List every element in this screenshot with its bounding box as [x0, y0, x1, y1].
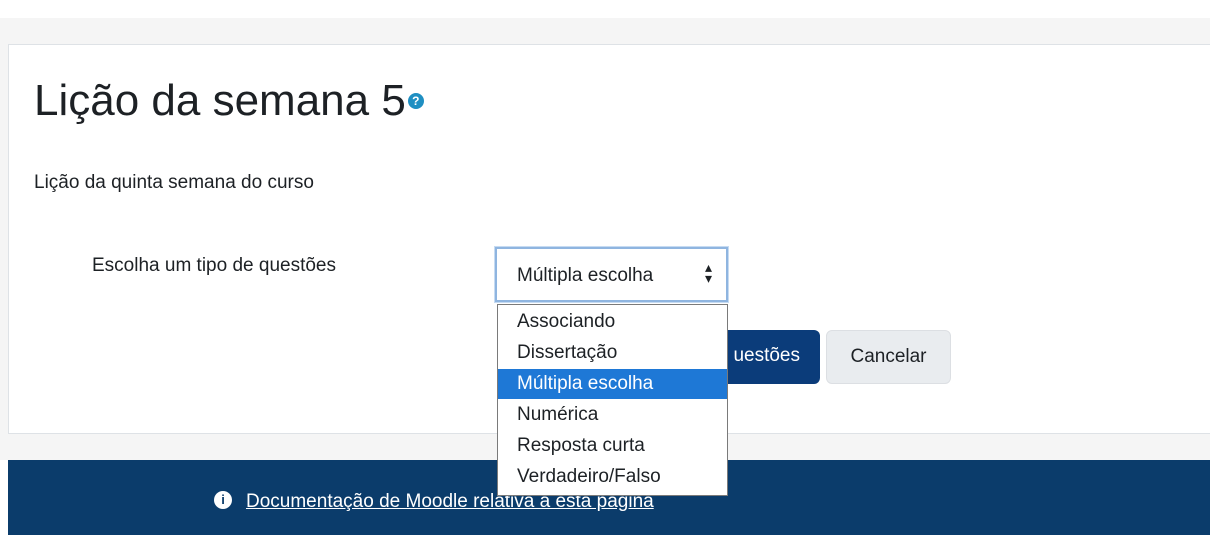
select-value: Múltipla escolha: [517, 265, 654, 286]
option-numerica[interactable]: Numérica: [498, 400, 727, 430]
option-verdadeiro-falso[interactable]: Verdadeiro/Falso: [498, 462, 727, 492]
option-dissertacao[interactable]: Dissertação: [498, 338, 727, 368]
question-type-label: Escolha um tipo de questões: [92, 255, 336, 276]
page-description: Lição da quinta semana do curso: [34, 172, 314, 193]
page-title-text: Lição da semana 5: [34, 76, 406, 125]
chevron-updown-icon: ▴ ▾: [704, 259, 712, 286]
top-strip: [0, 0, 1210, 18]
question-type-dropdown: Associando Dissertação Múltipla escolha …: [497, 304, 728, 496]
question-type-select[interactable]: Múltipla escolha ▴ ▾: [495, 247, 728, 302]
page-title: Lição da semana 5?: [34, 76, 424, 126]
cancel-button[interactable]: Cancelar: [826, 330, 951, 384]
option-multipla-escolha[interactable]: Múltipla escolha: [498, 369, 727, 399]
option-resposta-curta[interactable]: Resposta curta: [498, 431, 727, 461]
info-circle-icon: i: [214, 490, 232, 509]
option-associando[interactable]: Associando: [498, 307, 727, 337]
add-question-button-label: uestões: [733, 345, 800, 366]
question-circle-icon[interactable]: ?: [407, 93, 424, 110]
